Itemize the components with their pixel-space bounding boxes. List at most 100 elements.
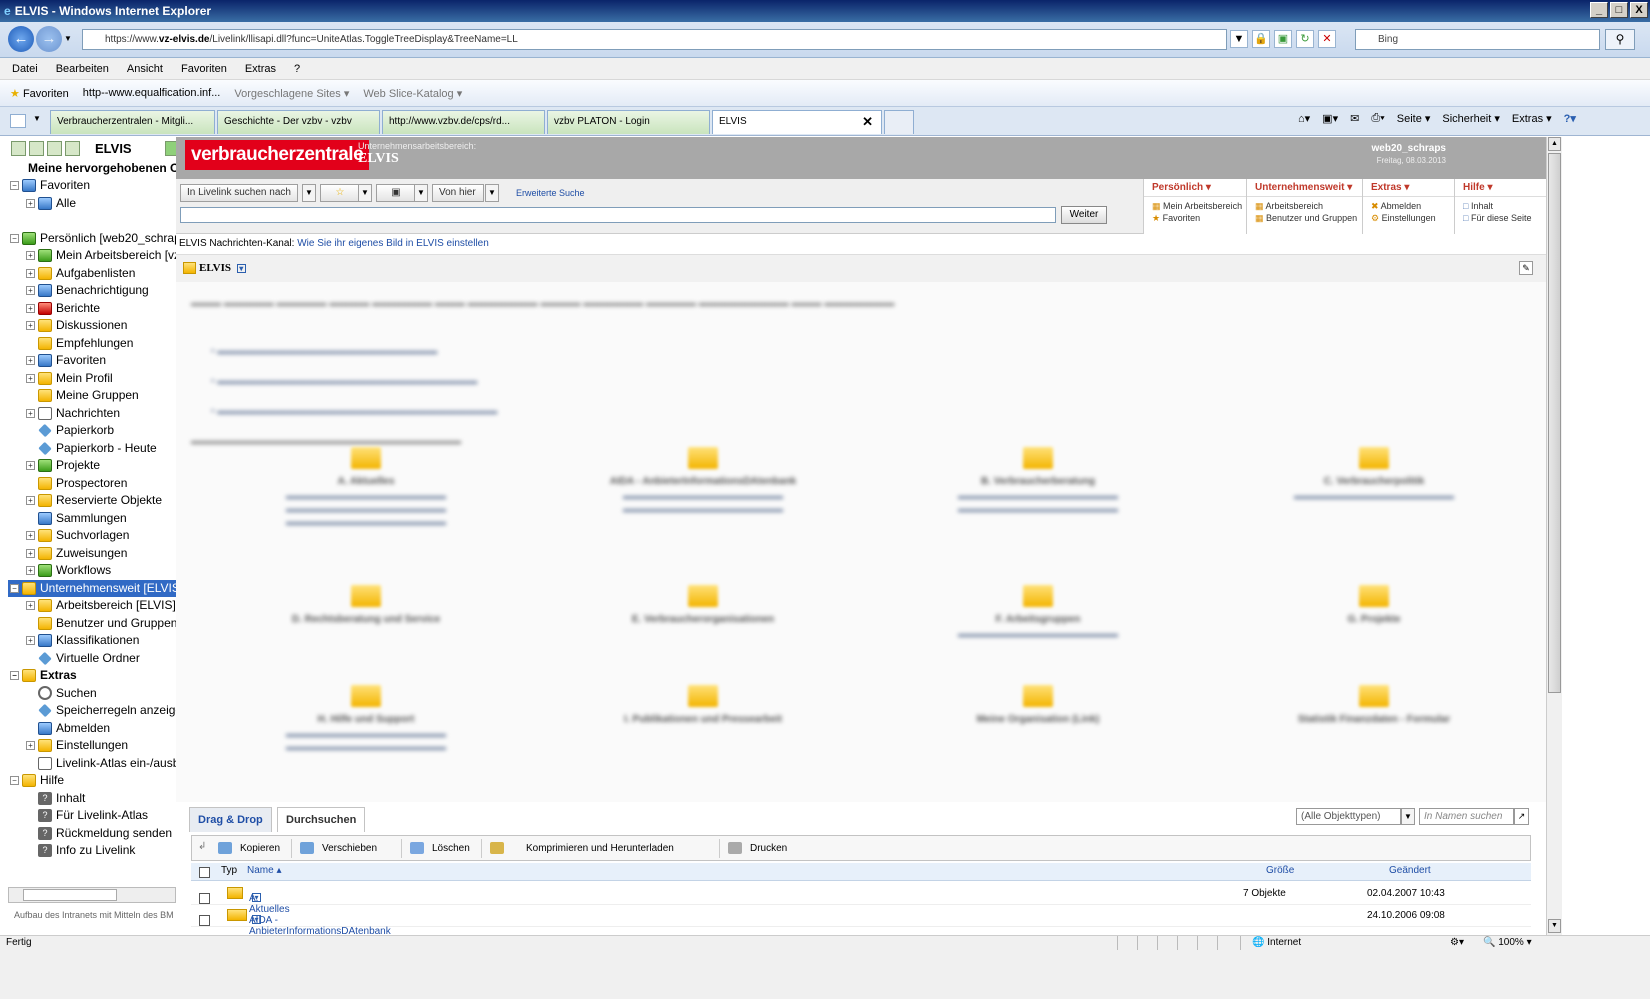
folder-title-link[interactable]: AIDA - AnbieterInformationsDAtenbank	[563, 475, 843, 488]
favorites-star-icon[interactable]: ☆	[320, 184, 360, 202]
scroll-down-arrow-icon[interactable]: ▼	[1548, 919, 1561, 933]
tab-platon-login[interactable]: vzbv PLATON - Login	[547, 110, 710, 134]
tree-item[interactable]: Empfehlungen	[8, 335, 184, 353]
move-button[interactable]: Verschieben	[292, 839, 402, 858]
tab-drag-drop[interactable]: Drag & Drop	[189, 807, 272, 832]
menu-file[interactable]: Datei	[12, 63, 38, 75]
tree-item[interactable]: + Mein Arbeitsbereich [vzl	[8, 247, 184, 265]
table-row[interactable]: AIDA - AnbieterInformationsDAtenbank ▾ 24…	[191, 905, 1531, 935]
folder-icon[interactable]	[1023, 585, 1053, 607]
folder-title-link[interactable]: G. Projekte	[1234, 613, 1514, 626]
view-dropdown[interactable]: ▼	[414, 184, 428, 202]
help-icon[interactable]: ?▾	[1564, 112, 1576, 125]
menu-view[interactable]: Ansicht	[127, 63, 163, 75]
minimize-button[interactable]: _	[1590, 2, 1608, 18]
menu-edit[interactable]: Bearbeiten	[56, 63, 109, 75]
tree-item[interactable]: + Suchvorlagen	[8, 527, 184, 545]
delete-button[interactable]: Löschen	[402, 839, 482, 858]
expand-icon[interactable]: +	[26, 636, 35, 646]
scroll-up-arrow-icon[interactable]: ▲	[1548, 137, 1561, 151]
folder-icon[interactable]	[351, 685, 381, 707]
folder-icon[interactable]	[1359, 685, 1389, 707]
tree-item[interactable]: + Klassifikationen	[8, 632, 184, 650]
zoom-level[interactable]: 🔍 100% ▾	[1483, 937, 1532, 948]
safety-menu[interactable]: Sicherheit ▾	[1442, 112, 1500, 125]
object-type-select[interactable]: (Alle Objekttypen)	[1296, 808, 1401, 825]
expand-icon[interactable]: +	[26, 321, 35, 331]
tree-item[interactable]: + Favoriten	[8, 352, 184, 370]
tree-item[interactable]: ? Für Livelink-Atlas	[8, 807, 184, 825]
tools-menu[interactable]: Extras ▾	[1512, 112, 1552, 125]
view-icon[interactable]: ▣	[376, 184, 416, 202]
favorites-dropdown[interactable]: ▼	[358, 184, 372, 202]
select-all-checkbox[interactable]	[199, 867, 210, 878]
tree-item[interactable]: ? Inhalt	[8, 790, 184, 808]
tree-item[interactable]: − Favoriten	[8, 177, 184, 195]
tree-item[interactable]: + Alle	[8, 195, 184, 213]
table-row[interactable]: A. Aktuelles ▾ 7 Objekte 02.04.2007 10:43	[191, 883, 1531, 915]
folder-title-link[interactable]: E. Verbraucherorganisationen	[563, 613, 843, 626]
folder-icon[interactable]	[688, 685, 718, 707]
expand-icon[interactable]: +	[26, 566, 35, 576]
tree-item[interactable]: + Reservierte Objekte	[8, 492, 184, 510]
expand-icon[interactable]: +	[26, 286, 35, 296]
menu-hilfe[interactable]: Hilfe ▾ □ Inhalt □ Für diese Seite	[1454, 179, 1546, 234]
column-typ[interactable]: Typ	[221, 865, 237, 876]
tree-item[interactable]: − Persönlich [web20_schrap	[8, 230, 184, 248]
column-name[interactable]: Name ▴	[247, 865, 281, 876]
folder-icon[interactable]	[351, 585, 381, 607]
folder-icon[interactable]	[351, 447, 381, 469]
tree-item[interactable]: Suchen	[8, 685, 184, 703]
folder-title-link[interactable]: B. Verbraucherberatung	[898, 475, 1178, 488]
scroll-thumb[interactable]	[1548, 153, 1561, 693]
tree-item[interactable]: + Arbeitsbereich [ELVIS]	[8, 597, 184, 615]
back-button[interactable]: ←	[8, 26, 34, 52]
tree-item[interactable]: + Benachrichtigung	[8, 282, 184, 300]
column-changed[interactable]: Geändert	[1389, 865, 1431, 876]
menu-persoenlich[interactable]: Persönlich ▾ ▦ Mein Arbeitsbereich ★ Fav…	[1143, 179, 1246, 234]
vz-logo[interactable]: verbraucherzentrale	[185, 140, 370, 170]
tree-item[interactable]: Papierkorb	[8, 422, 184, 440]
panel-menu-icon[interactable]: ▾	[236, 263, 246, 273]
web-slice-gallery-link[interactable]: Web Slice-Katalog ▾	[363, 87, 462, 100]
tree-item[interactable]: Meine Gruppen	[8, 387, 184, 405]
expand-icon[interactable]: +	[26, 251, 35, 261]
news-channel-link[interactable]: Wie Sie ihr eigenes Bild in ELVIS einste…	[297, 238, 489, 249]
expand-icon[interactable]: +	[26, 408, 35, 418]
folder-icon[interactable]	[688, 447, 718, 469]
folder-title-link[interactable]: I. Publikationen und Pressearbeit	[563, 713, 843, 726]
folder-icon[interactable]	[1359, 585, 1389, 607]
tree-tool-icon[interactable]	[29, 140, 44, 156]
tree-item[interactable]: + Mein Profil	[8, 370, 184, 388]
search-go-button[interactable]: Weiter	[1061, 206, 1107, 224]
search-icon[interactable]: ⚲	[1605, 29, 1635, 50]
lock-icon[interactable]: 🔒	[1252, 30, 1270, 48]
expand-icon[interactable]: +	[26, 373, 35, 383]
folder-icon[interactable]	[1359, 447, 1389, 469]
tree-item[interactable]: Virtuelle Ordner	[8, 650, 184, 668]
rss-icon[interactable]: ▣▾	[1322, 112, 1338, 125]
collapse-icon[interactable]: −	[10, 181, 19, 191]
expand-icon[interactable]: +	[26, 461, 35, 471]
collapse-icon[interactable]: −	[10, 776, 19, 786]
page-vertical-scrollbar[interactable]: ▲ ▼	[1546, 137, 1562, 935]
expand-icon[interactable]: +	[26, 496, 35, 506]
mail-icon[interactable]: ✉	[1350, 112, 1359, 125]
search-input[interactable]	[180, 207, 1056, 223]
expand-icon[interactable]: +	[26, 601, 35, 611]
close-window-button[interactable]: X	[1630, 2, 1648, 18]
menu-unternehmensweit[interactable]: Unternehmensweit ▾ ▦ Arbeitsbereich ▦ Be…	[1246, 179, 1362, 234]
folder-icon[interactable]	[688, 585, 718, 607]
tree-item[interactable]: Abmelden	[8, 720, 184, 738]
tree-item[interactable]: + Zuweisungen	[8, 545, 184, 563]
maximize-button[interactable]: □	[1610, 2, 1628, 18]
tree-item[interactable]: − Extras	[8, 667, 184, 685]
refresh-icon[interactable]: ↻	[1296, 30, 1314, 48]
tree-item[interactable]: + Einstellungen	[8, 737, 184, 755]
folder-title-link[interactable]: Statistik Finanzdaten - Formular	[1234, 713, 1514, 726]
folder-title-link[interactable]: A. Aktuelles	[226, 475, 506, 488]
security-zone[interactable]: 🌐 Internet	[1252, 937, 1301, 948]
folder-title-link[interactable]: C. Verbraucherpolitik	[1234, 475, 1514, 488]
tab-durchsuchen[interactable]: Durchsuchen	[277, 807, 366, 832]
expand-icon[interactable]: +	[26, 303, 35, 313]
